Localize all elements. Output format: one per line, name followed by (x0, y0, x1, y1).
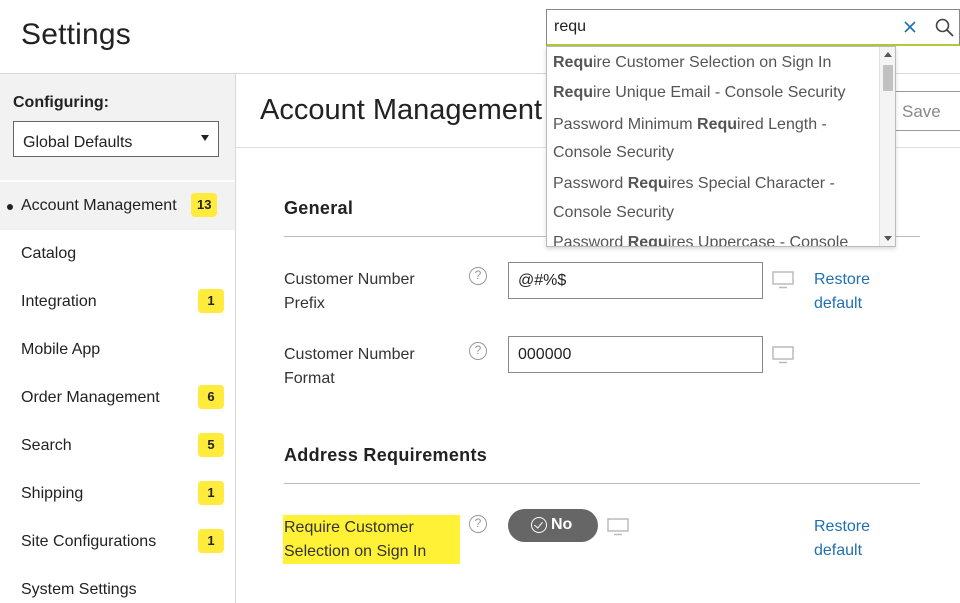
match-highlight: Requ (553, 54, 593, 71)
label-line: Selection on Sign In (284, 543, 427, 560)
search-input[interactable] (547, 10, 887, 44)
scope-select-value: Global Defaults (23, 134, 133, 151)
sidebar-item-label: Mobile App (21, 341, 101, 358)
count-badge: 1 (198, 289, 224, 313)
suggestion-text: Password (553, 175, 628, 192)
sidebar-item-account-management[interactable]: Account Management 13 (0, 182, 235, 230)
customer-number-prefix-input[interactable]: @#%$ (508, 262, 763, 299)
suggestion-text: ires Special Character - (667, 175, 835, 192)
count-badge: 5 (198, 433, 224, 457)
count-badge: 1 (198, 529, 224, 553)
link-line: default (814, 295, 863, 312)
count-badge: 1 (198, 481, 224, 505)
match-highlight: Requ (697, 116, 738, 133)
search-icon[interactable] (935, 18, 954, 37)
suggestion-item[interactable]: Password Requires Special Character - (553, 170, 835, 198)
count-badge: 13 (191, 193, 218, 217)
sidebar-item-label: Integration (21, 293, 97, 310)
section-divider (284, 483, 920, 484)
suggestion-text: Console Security (553, 204, 674, 221)
caret-down-icon (201, 135, 209, 141)
scroll-down-icon[interactable] (884, 236, 892, 241)
scrollbar-thumb[interactable] (883, 65, 893, 91)
sidebar-item-order-management[interactable]: Order Management 6 (0, 374, 235, 422)
monitor-icon[interactable] (772, 346, 794, 364)
sidebar: Configuring: Global Defaults Account Man… (0, 74, 236, 603)
configuring-panel: Configuring: Global Defaults (0, 74, 235, 180)
search-suggestions-dropdown: Require Customer Selection on Sign In Req… (546, 46, 896, 247)
customer-number-format-label: Customer Number Format (284, 343, 415, 391)
sidebar-item-catalog[interactable]: Catalog (0, 230, 235, 278)
section-title-general: General (284, 198, 354, 218)
sidebar-item-label: Site Configurations (21, 533, 157, 550)
require-customer-selection-toggle[interactable]: No (508, 509, 598, 542)
suggestion-item[interactable]: Console Security (553, 139, 674, 167)
sidebar-item-mobile-app[interactable]: Mobile App (0, 326, 235, 374)
sidebar-item-label: Catalog (21, 245, 77, 262)
help-icon[interactable]: ? (469, 267, 487, 285)
link-line: Restore (814, 518, 871, 535)
match-highlight: Requ (627, 175, 668, 192)
monitor-icon[interactable] (607, 518, 629, 536)
suggestion-text: Password (553, 234, 628, 247)
restore-default-link[interactable]: Restore default (814, 515, 870, 563)
suggestion-text: ires Uppercase - Console (667, 234, 849, 247)
label-line: Prefix (284, 295, 325, 312)
customer-number-format-input[interactable]: 000000 (508, 336, 763, 373)
check-circle-icon (531, 517, 547, 533)
label-line: Require Customer (284, 519, 414, 536)
match-highlight: Requ (627, 234, 668, 247)
suggestion-item[interactable]: Require Customer Selection on Sign In (553, 49, 831, 77)
help-icon[interactable]: ? (469, 515, 487, 533)
suggestion-text: ire Customer Selection on Sign In (593, 54, 832, 71)
require-customer-selection-label: Require Customer Selection on Sign In (283, 515, 460, 564)
save-button[interactable]: Save (887, 91, 960, 131)
match-highlight: Requ (553, 84, 593, 101)
suggestion-text: ire Unique Email - Console Security (593, 84, 846, 101)
restore-default-link[interactable]: Restore default (814, 268, 870, 316)
sidebar-item-label: Order Management (21, 389, 160, 406)
scroll-up-icon[interactable] (884, 52, 892, 57)
monitor-icon[interactable] (772, 271, 794, 289)
page-title: Account Management (260, 94, 543, 126)
active-dot-icon (7, 204, 13, 210)
sidebar-item-search[interactable]: Search 5 (0, 422, 235, 470)
suggestion-text: Console Security (553, 144, 674, 161)
sidebar-item-system-settings[interactable]: System Settings (0, 566, 235, 603)
toggle-label: No (551, 516, 573, 533)
suggestion-text: ired Length - (737, 116, 827, 133)
scope-select[interactable]: Global Defaults (13, 121, 219, 157)
label-line: Customer Number (284, 346, 415, 363)
link-line: Restore (814, 271, 871, 288)
sidebar-item-label: Search (21, 437, 72, 454)
sidebar-item-site-configurations[interactable]: Site Configurations 1 (0, 518, 235, 566)
label-line: Customer Number (284, 271, 415, 288)
help-icon[interactable]: ? (469, 342, 487, 360)
customer-number-prefix-label: Customer Number Prefix (284, 268, 415, 316)
link-line: default (814, 542, 863, 559)
dropdown-scrollbar[interactable] (879, 47, 895, 246)
count-badge: 6 (198, 385, 224, 409)
suggestion-item[interactable]: Password Requires Uppercase - Console (553, 229, 849, 247)
suggestion-item[interactable]: Require Unique Email - Console Security (553, 79, 846, 107)
section-title-address-requirements: Address Requirements (284, 445, 488, 465)
configuring-label: Configuring: (13, 94, 109, 111)
suggestion-text: Password Minimum (553, 116, 698, 133)
suggestion-item[interactable]: Console Security (553, 199, 674, 227)
settings-search (546, 9, 960, 46)
sidebar-item-integration[interactable]: Integration 1 (0, 278, 235, 326)
sidebar-item-shipping[interactable]: Shipping 1 (0, 470, 235, 518)
close-icon[interactable] (902, 19, 918, 35)
label-line: Format (284, 370, 335, 387)
sidebar-item-label: Account Management (21, 197, 177, 214)
suggestion-item[interactable]: Password Minimum Required Length - (553, 111, 827, 139)
sidebar-item-label: System Settings (21, 581, 137, 598)
page-header-title: Settings (21, 18, 131, 51)
sidebar-item-label: Shipping (21, 485, 84, 502)
